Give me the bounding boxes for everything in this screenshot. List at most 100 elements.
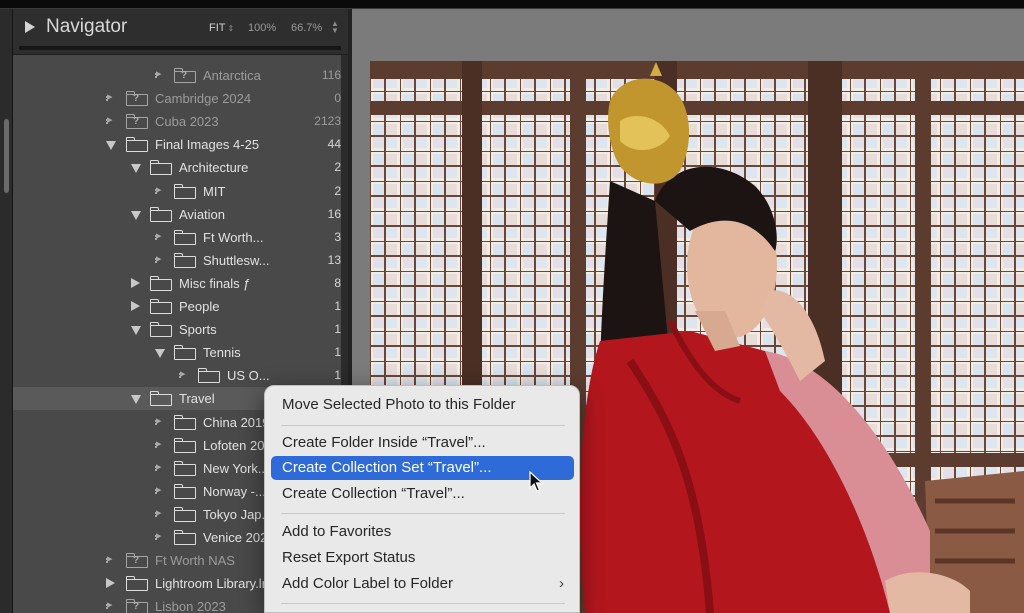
folder-name: Tennis: [203, 345, 241, 361]
disclosure-triangle-icon[interactable]: [25, 21, 35, 33]
folder-name: Cambridge 2024: [155, 91, 252, 107]
collapsed-triangle-icon[interactable]: [131, 301, 140, 311]
folder-name: Travel: [179, 391, 215, 407]
folder-photo-count: 1: [334, 299, 341, 313]
folder-row[interactable]: US O... 1: [13, 364, 341, 387]
folder-row[interactable]: ? Antarctica 116: [13, 64, 341, 87]
folder-photo-count: 2123: [314, 114, 341, 129]
navigator-title: Navigator: [46, 16, 128, 37]
folder-photo-count: 1: [334, 322, 341, 337]
subfolder-indicator-icon[interactable]: [155, 252, 165, 266]
folder-name: Tokyo Jap...: [203, 506, 273, 522]
folder-icon: [174, 460, 196, 476]
folder-photo-count: 1: [334, 345, 341, 360]
expanded-triangle-icon[interactable]: [155, 349, 165, 359]
move-photo-menu-item[interactable]: Move Selected Photo to this Folder: [271, 393, 574, 417]
collapsed-triangle-icon[interactable]: [106, 578, 115, 589]
create-folder-menu-item[interactable]: Create Folder Inside “Travel”...: [271, 431, 574, 455]
folder-icon: [198, 368, 220, 384]
left-panel-scroll-grip[interactable]: [4, 119, 9, 193]
subfolder-indicator-icon[interactable]: [155, 183, 165, 197]
folder-row[interactable]: Final Images 4-25 44: [13, 133, 341, 156]
folder-icon: [174, 506, 196, 522]
folder-icon: [150, 206, 172, 222]
folder-icon: [150, 275, 172, 291]
subfolder-indicator-icon[interactable]: [155, 229, 165, 243]
subfolder-indicator-icon[interactable]: [155, 483, 165, 497]
folder-icon: [174, 414, 196, 430]
folder-photo-count: 13: [327, 252, 341, 267]
folder-name: Ft Worth...: [203, 229, 264, 245]
stepper-icon: ⇕: [227, 24, 235, 33]
folder-row[interactable]: ? Cuba 2023 2123: [13, 110, 341, 133]
folder-photo-count: 44: [327, 137, 341, 152]
folder-context-menu: Move Selected Photo to this Folder Creat…: [264, 385, 580, 613]
subfolder-indicator-icon[interactable]: [106, 90, 116, 104]
folder-name: Lightroom Library.lr...: [155, 576, 277, 592]
expanded-triangle-icon[interactable]: [131, 326, 141, 336]
folder-icon: [150, 299, 172, 314]
missing-folder-icon: ?: [126, 114, 148, 130]
folder-name: Sports: [179, 322, 217, 338]
folder-photo-count: 0: [334, 91, 341, 106]
expanded-triangle-icon[interactable]: [131, 395, 141, 405]
subfolder-indicator-icon[interactable]: [155, 506, 165, 520]
menu-separator: [281, 603, 565, 604]
folder-row[interactable]: Sports 1: [13, 318, 341, 341]
folder-name: New York...: [203, 460, 269, 476]
folder-row[interactable]: Tennis 1: [13, 341, 341, 364]
subfolder-indicator-icon[interactable]: [155, 529, 165, 543]
subfolder-indicator-icon[interactable]: [106, 552, 116, 566]
add-color-label-label: Add Color Label to Folder: [282, 575, 453, 592]
subfolder-indicator-icon[interactable]: [155, 67, 165, 81]
folder-name: Misc finals ƒ: [179, 275, 251, 291]
folder-row[interactable]: Aviation 16: [13, 203, 341, 226]
zoom-stepper-icon[interactable]: ▲ ▼: [331, 20, 339, 35]
folder-name: Ft Worth NAS: [155, 553, 235, 569]
folder-icon: [174, 483, 196, 499]
folder-row[interactable]: Ft Worth... 3: [13, 226, 341, 249]
folder-icon: [126, 137, 148, 153]
subfolder-indicator-icon[interactable]: [179, 367, 189, 381]
subfolder-indicator-icon[interactable]: [155, 437, 165, 451]
folder-icon: [174, 229, 196, 245]
missing-folder-icon: ?: [126, 553, 148, 569]
folder-row[interactable]: Misc finals ƒ 8: [13, 272, 341, 295]
folder-photo-count: 1: [334, 368, 341, 383]
folder-row[interactable]: Architecture 2: [13, 156, 341, 179]
folder-photo-count: 3: [334, 229, 341, 244]
reset-export-status-menu-item[interactable]: Reset Export Status: [271, 546, 574, 570]
expanded-triangle-icon[interactable]: [131, 210, 141, 220]
zoom-667-option[interactable]: 66.7%: [291, 22, 322, 34]
zoom-fit-option[interactable]: FIT ⇕: [209, 22, 234, 34]
folder-icon: [174, 252, 196, 268]
add-color-label-menu-item[interactable]: Add Color Label to Folder ›: [271, 572, 574, 596]
navigator-header[interactable]: Navigator FIT ⇕ 100% 66.7% ▲ ▼: [13, 9, 348, 55]
navigator-preview-bar: [19, 46, 341, 50]
folder-row[interactable]: ? Cambridge 2024 0: [13, 87, 341, 110]
zoom-100-option[interactable]: 100%: [248, 22, 276, 34]
folder-name: Architecture: [179, 160, 249, 176]
subfolder-indicator-icon[interactable]: [155, 414, 165, 428]
collapsed-triangle-icon[interactable]: [131, 277, 140, 288]
folder-row[interactable]: MIT 2: [13, 180, 341, 203]
folder-name: Shuttlesw...: [203, 252, 270, 268]
subfolder-indicator-icon[interactable]: [106, 598, 116, 612]
folder-name: Norway -...: [203, 483, 266, 499]
missing-folder-icon: ?: [126, 91, 148, 107]
folder-row[interactable]: Shuttlesw... 13: [13, 249, 341, 272]
folder-row[interactable]: People 1: [13, 295, 341, 318]
folder-photo-count: 8: [334, 275, 341, 290]
folder-icon: [174, 437, 196, 453]
folder-name: Cuba 2023: [155, 114, 219, 130]
folder-name: US O...: [227, 368, 270, 384]
folder-name: Aviation: [179, 206, 226, 222]
folder-icon: [150, 322, 172, 338]
folder-photo-count: 16: [327, 206, 341, 221]
expanded-triangle-icon[interactable]: [131, 164, 141, 174]
left-edge-strip: [0, 9, 13, 613]
add-to-favorites-menu-item[interactable]: Add to Favorites: [271, 520, 574, 544]
subfolder-indicator-icon[interactable]: [106, 113, 116, 127]
subfolder-indicator-icon[interactable]: [155, 460, 165, 474]
expanded-triangle-icon[interactable]: [106, 141, 116, 151]
